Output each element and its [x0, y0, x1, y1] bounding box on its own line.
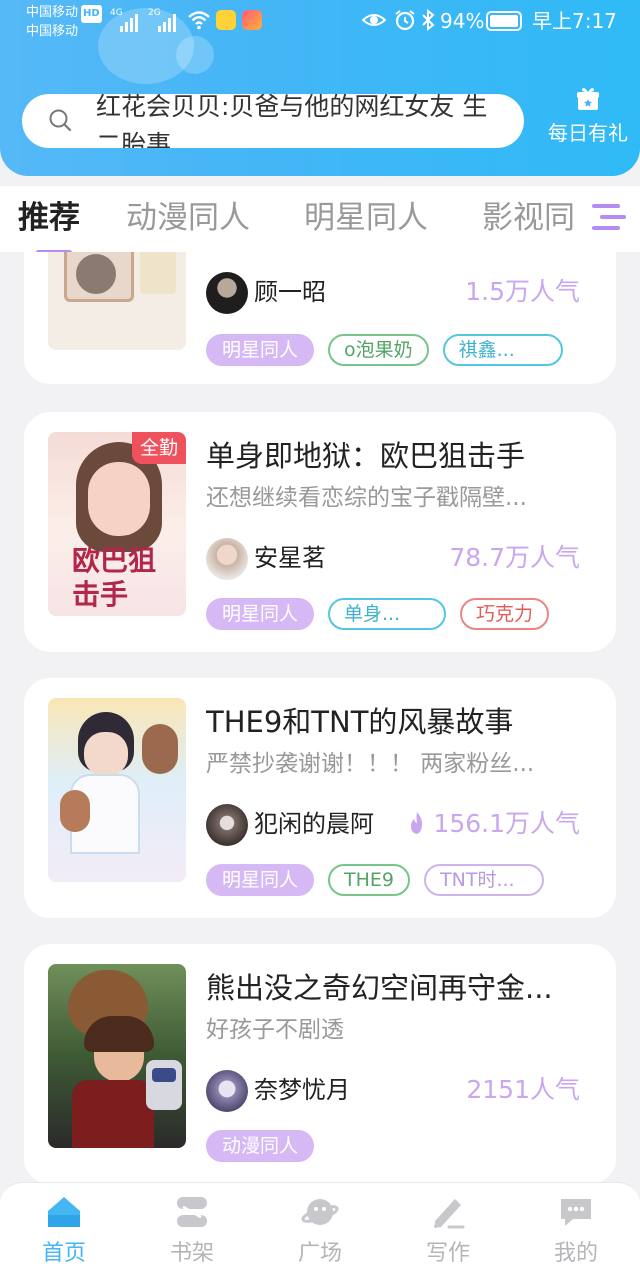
search-placeholder-text: 红花会贝贝:贝爸与他的网红女友 生二胎事 [96, 94, 488, 148]
wifi-icon [188, 10, 210, 35]
nav-bookshelf-label: 书架 [169, 1241, 214, 1266]
author-avatar [206, 804, 248, 846]
popularity-count: 156.1万人气 [407, 806, 580, 842]
tag-list: 明星同人 o泡果奶 祺鑫... [206, 334, 563, 366]
tag-list: 明星同人 单身... 巧克力 [206, 598, 550, 630]
gift-icon [577, 87, 599, 110]
daily-gift-label: 每日有礼 [548, 121, 628, 145]
book-cover: 欧巴狙击手 全勤 [48, 432, 186, 616]
notification-app-icon [242, 10, 262, 30]
book-cover [48, 698, 186, 882]
tag[interactable]: 单身... [328, 598, 447, 630]
search-icon [49, 109, 72, 132]
clock: 早上7:17 [532, 9, 617, 33]
chat-icon [561, 1199, 591, 1226]
search-bar[interactable]: 红花会贝贝:贝爸与他的网红女友 生二胎事 [22, 94, 524, 148]
author-name: 安星茗 [254, 544, 326, 572]
book-cover [48, 252, 186, 350]
book-title: THE9和TNT的风暴故事 [206, 705, 514, 739]
author-avatar [206, 538, 248, 580]
category-menu-icon[interactable] [588, 196, 628, 236]
book-card[interactable]: THE9和TNT的风暴故事 严禁抄袭谢谢！！！ 两家粉丝... 犯闲的晨阿 15… [24, 678, 616, 918]
cover-title-text: 欧巴狙击手 [72, 544, 157, 611]
book-feed: 顾一昭 1.5万人气 明星同人 o泡果奶 祺鑫... 欧巴狙击手 全勤 单身即地… [0, 252, 640, 1182]
tag-list: 动漫同人 [206, 1130, 315, 1162]
book-title: 单身即地狱：欧巴狙击手 [206, 439, 526, 473]
carrier-1: 中国移动 [26, 5, 79, 20]
hd-badge: HD [81, 5, 102, 23]
tag[interactable]: 明星同人 [206, 598, 315, 630]
nav-mine-label: 我的 [553, 1241, 598, 1266]
category-tabs: 推荐 动漫同人 明星同人 影视同 [0, 186, 640, 255]
nav-home-label: 首页 [41, 1241, 86, 1266]
battery-percent: 94% [440, 9, 485, 33]
author-name: 奈梦忧月 [254, 1076, 350, 1104]
book-title: 熊出没之奇幻空间再守金... [206, 971, 553, 1005]
tag[interactable]: 巧克力 [460, 598, 550, 630]
author-name: 顾一昭 [254, 278, 326, 306]
author-avatar [206, 272, 248, 314]
author-avatar [206, 1070, 248, 1112]
tab-celebrity-fanfic[interactable]: 明星同人 [304, 196, 428, 240]
nav-square-label: 广场 [297, 1241, 342, 1266]
book-description: 还想继续看恋综的宝子戳隔壁... [206, 485, 527, 511]
app-header: 中国移动 HD 中国移动 4G 2G 94% 早上7:17 红花会贝贝:贝爸与他的… [0, 0, 640, 176]
carrier-info: 中国移动 HD 中国移动 [26, 4, 102, 41]
book-card[interactable]: 顾一昭 1.5万人气 明星同人 o泡果奶 祺鑫... [24, 252, 616, 384]
flame-icon [411, 812, 423, 834]
nav-mine[interactable]: 我的 [512, 1193, 640, 1269]
signal-2-icon [158, 10, 176, 32]
tag[interactable]: TNT时... [424, 864, 545, 896]
tag-list: 明星同人 THE9 TNT时... [206, 864, 545, 896]
nav-write-label: 写作 [425, 1241, 470, 1266]
author-name: 犯闲的晨阿 [254, 810, 374, 838]
tag[interactable]: THE9 [328, 864, 411, 896]
book-description: 好孩子不剧透 [206, 1017, 344, 1043]
popularity-value: 156.1万人气 [433, 809, 580, 838]
signal-1-icon [120, 10, 138, 32]
daily-gift-button[interactable]: 每日有礼 [540, 86, 636, 146]
pen-icon [434, 1199, 465, 1229]
book-cover [48, 964, 186, 1148]
nav-home[interactable]: 首页 [0, 1193, 128, 1269]
book-card[interactable]: 熊出没之奇幻空间再守金... 好孩子不剧透 奈梦忧月 2151人气 动漫同人 [24, 944, 616, 1182]
tab-recommend[interactable]: 推荐 [18, 196, 80, 240]
nav-bookshelf[interactable]: 书架 [128, 1193, 256, 1269]
bookshelf-icon [177, 1197, 207, 1227]
bluetooth-icon [420, 8, 436, 39]
alarm-icon [393, 8, 417, 39]
battery-icon [486, 11, 522, 31]
planet-icon [301, 1199, 339, 1225]
eye-icon [361, 8, 387, 39]
book-description: 严禁抄袭谢谢！！！ 两家粉丝... [206, 751, 535, 777]
tab-film-fanfic[interactable]: 影视同 [482, 196, 575, 240]
popularity-count: 2151人气 [466, 1075, 580, 1104]
nav-write[interactable]: 写作 [384, 1193, 512, 1269]
bottom-navigation: 首页 书架 广场 写作 我的 [0, 1182, 640, 1280]
popularity-count: 78.7万人气 [449, 543, 580, 572]
book-card[interactable]: 欧巴狙击手 全勤 单身即地狱：欧巴狙击手 还想继续看恋综的宝子戳隔壁... 安星… [24, 412, 616, 652]
popularity-count: 1.5万人气 [465, 277, 580, 306]
notification-app-icon [216, 10, 236, 30]
status-bar: 中国移动 HD 中国移动 4G 2G 94% 早上7:17 [0, 0, 640, 48]
nav-square[interactable]: 广场 [256, 1193, 384, 1269]
tag[interactable]: 祺鑫... [442, 334, 563, 366]
tag[interactable]: 动漫同人 [206, 1130, 315, 1162]
home-icon [48, 1197, 80, 1227]
tag[interactable]: 明星同人 [206, 864, 315, 896]
tag[interactable]: o泡果奶 [328, 334, 429, 366]
tag[interactable]: 明星同人 [206, 334, 315, 366]
tab-anime-fanfic[interactable]: 动漫同人 [126, 196, 250, 240]
full-attendance-badge: 全勤 [131, 432, 186, 464]
carrier-2: 中国移动 [26, 24, 79, 39]
